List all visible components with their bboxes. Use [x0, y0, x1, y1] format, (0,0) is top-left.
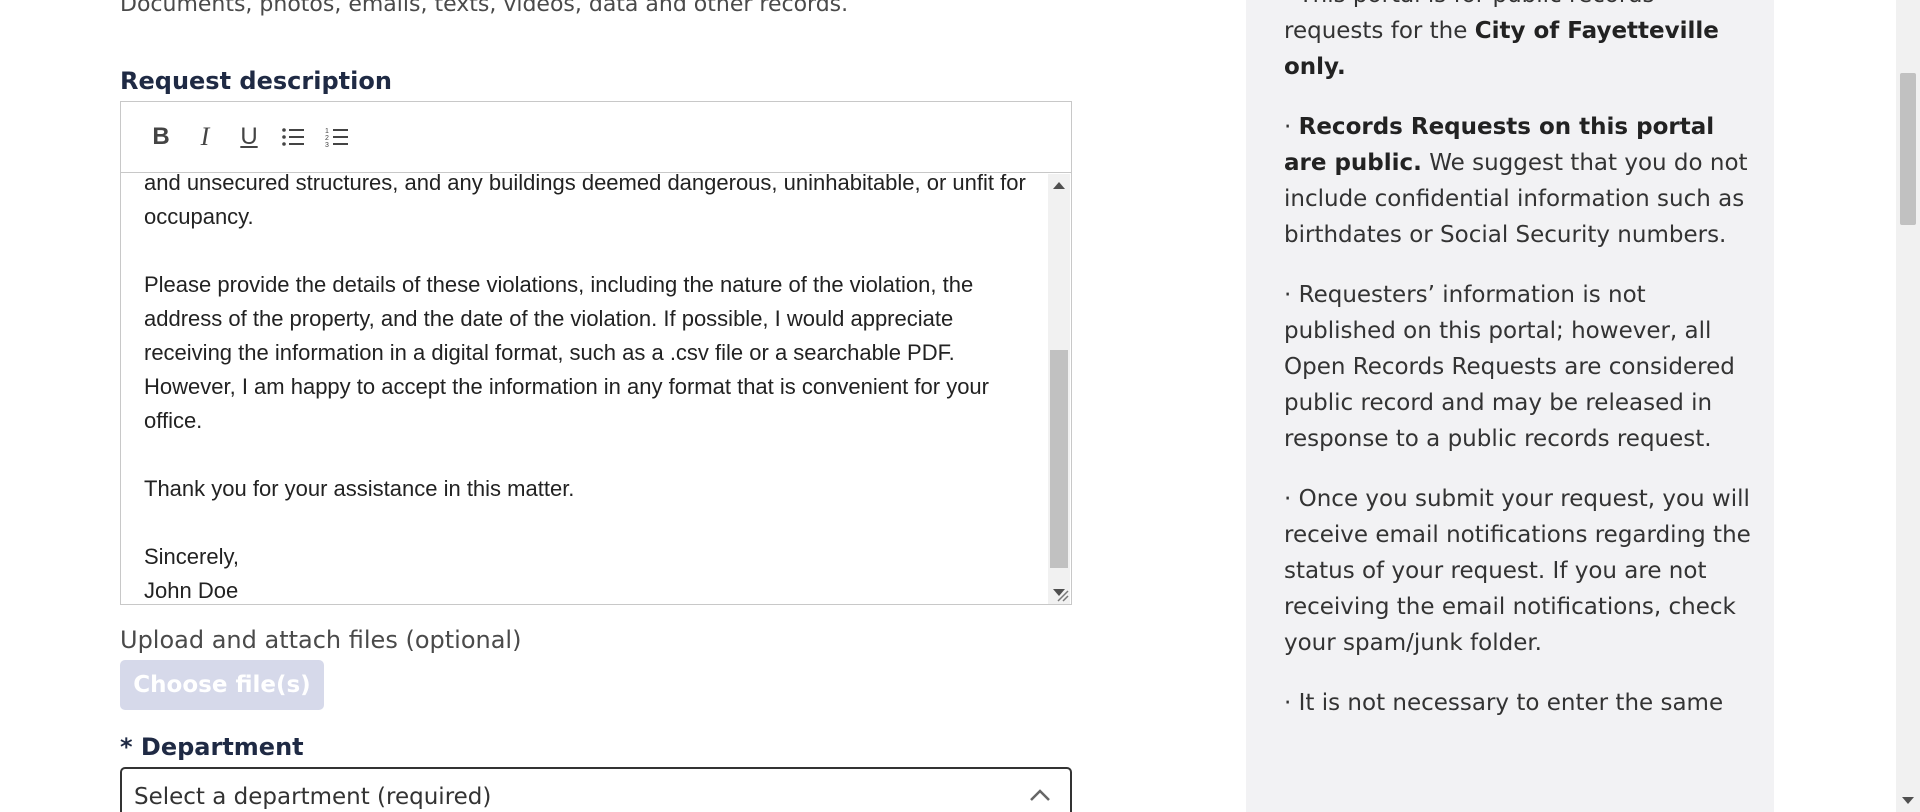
editor-toolbar: B I U 1 2 3 — [121, 102, 1071, 173]
rich-text-editor: B I U 1 2 3 and unsecured structures, an… — [120, 101, 1072, 605]
scroll-up-arrow-icon[interactable] — [1053, 182, 1065, 189]
request-description-label: Request description — [120, 67, 392, 95]
numbered-list-button[interactable]: 1 2 3 — [317, 117, 357, 157]
description-signature: John Doe — [144, 578, 239, 603]
bold-button[interactable]: B — [141, 117, 181, 157]
info-paragraph: · This portal is for public records requ… — [1284, 0, 1719, 80]
department-select-value: Select a department (required) — [134, 784, 492, 810]
svg-text:2: 2 — [325, 135, 329, 142]
description-closing: Sincerely, — [144, 544, 239, 569]
description-paragraph: Thank you for your assistance in this ma… — [144, 476, 575, 501]
department-select[interactable]: Select a department (required) — [120, 767, 1072, 812]
upload-files-label: Upload and attach files (optional) — [120, 626, 522, 654]
editor-scrollbar[interactable] — [1048, 174, 1070, 604]
italic-button[interactable]: I — [185, 117, 225, 157]
bulleted-list-button[interactable] — [273, 117, 313, 157]
svg-text:1: 1 — [325, 128, 329, 135]
description-paragraph: and unsecured structures, and any buildi… — [144, 174, 1026, 229]
numbered-list-icon: 1 2 3 — [325, 128, 348, 148]
description-paragraph: Please provide the details of these viol… — [144, 272, 989, 433]
info-paragraph: · It is not necessary to enter the same — [1284, 690, 1724, 716]
resize-handle-icon[interactable] — [1055, 588, 1069, 602]
chevron-up-icon — [1030, 789, 1050, 801]
request-description-textarea[interactable]: and unsecured structures, and any buildi… — [121, 174, 1049, 604]
editor-scroll-thumb[interactable] — [1050, 350, 1068, 568]
info-paragraph: · Records Requests on this portal are pu… — [1284, 114, 1748, 248]
underline-button[interactable]: U — [229, 117, 269, 157]
bulleted-list-icon — [282, 128, 304, 146]
page-scroll-thumb[interactable] — [1900, 73, 1916, 225]
page-scroll-down-arrow-icon[interactable] — [1902, 797, 1914, 804]
info-paragraph: · Requesters’ information is not publish… — [1284, 282, 1735, 452]
department-label: * Department — [120, 733, 304, 761]
info-paragraph: · Once you submit your request, you will… — [1284, 486, 1751, 656]
info-sidebar: · This portal is for public records requ… — [1246, 0, 1774, 812]
page-scrollbar[interactable] — [1896, 0, 1920, 812]
records-hint: Documents, photos, emails, texts, videos… — [120, 0, 849, 17]
choose-files-button[interactable]: Choose file(s) — [120, 660, 324, 710]
svg-text:3: 3 — [325, 142, 329, 148]
